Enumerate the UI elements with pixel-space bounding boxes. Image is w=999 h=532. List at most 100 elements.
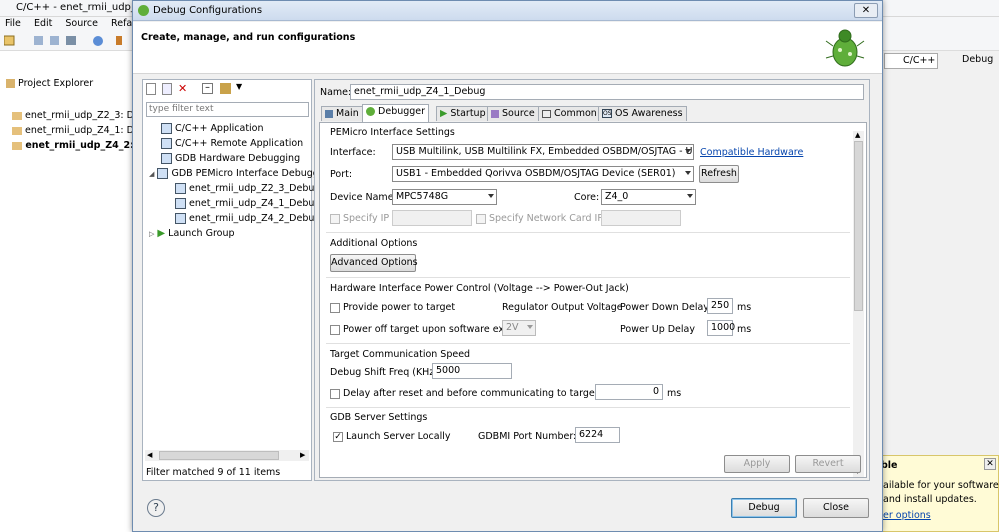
tab-source[interactable]: Source <box>487 106 539 121</box>
horizontal-scrollbar[interactable]: ◀ ▶ <box>145 450 309 461</box>
tree-item-config-selected[interactable]: enet_rmii_udp_Z4_1_Debug <box>175 198 320 209</box>
power-down-label: Power Down Delay <box>620 302 709 313</box>
dialog-header: Create, manage, and run configurations <box>133 22 882 74</box>
power-off-checkbox[interactable] <box>330 325 340 335</box>
advanced-options-button[interactable]: Advanced Options <box>330 254 418 272</box>
c-file-icon <box>175 183 186 194</box>
scroll-left-icon[interactable]: ◀ <box>147 451 152 459</box>
scroll-up-icon[interactable]: ▲ <box>855 131 860 139</box>
tree-item-cpp-application[interactable]: C/C++ Application <box>161 123 264 134</box>
filter-icon[interactable] <box>220 83 231 94</box>
power-off-label: Power off target upon software exit <box>343 324 511 335</box>
port-select[interactable]: USB1 - Embedded Qorivva OSBDM/OSJTAG Dev… <box>392 166 694 182</box>
tree-item-config[interactable]: enet_rmii_udp_Z4_2_Debug <box>175 213 320 224</box>
startup-icon: ▶ <box>440 108 448 119</box>
launch-locally-checkbox[interactable]: ✓ <box>333 432 343 442</box>
core-select[interactable]: Z4_0 <box>601 189 696 205</box>
menu-edit[interactable]: Edit <box>34 18 52 29</box>
nc-ip-input[interactable] <box>601 210 681 226</box>
launch-icon: ▶ <box>157 228 166 239</box>
power-up-label: Power Up Delay <box>620 324 695 335</box>
collapse-all-icon[interactable]: – <box>202 83 213 94</box>
tree-item-gdb-hardware[interactable]: GDB Hardware Debugging <box>161 153 300 164</box>
scroll-thumb[interactable] <box>159 451 279 460</box>
divider <box>326 407 850 408</box>
toolbar-icons[interactable] <box>4 35 124 47</box>
name-input[interactable]: enet_rmii_udp_Z4_1_Debug <box>350 84 864 100</box>
update-notification: ble ✕ ailable for your software. and ins… <box>881 455 999 532</box>
debug-bug-icon <box>825 29 865 67</box>
notification-title: ble <box>881 460 898 471</box>
dialog-title-bar[interactable]: Debug Configurations ✕ <box>133 1 882 21</box>
gdbmi-port-input[interactable]: 6224 <box>575 427 620 443</box>
new-config-icon[interactable] <box>146 83 156 95</box>
scroll-right-icon[interactable]: ▶ <box>300 451 305 459</box>
apply-button[interactable]: Apply <box>724 455 790 473</box>
close-icon[interactable]: ✕ <box>984 458 996 470</box>
notification-link[interactable]: er options <box>883 510 931 521</box>
notification-line: and install updates. <box>883 494 977 505</box>
close-button[interactable]: Close <box>803 498 869 518</box>
c-file-icon <box>157 168 169 179</box>
voltage-select[interactable]: 2V <box>502 320 536 336</box>
expanded-icon: ◢ <box>149 170 155 178</box>
device-name-label: Device Name: <box>330 192 397 203</box>
vertical-scrollbar[interactable]: ▲ ▼ <box>853 131 864 477</box>
revert-button[interactable]: Revert <box>795 455 861 473</box>
specify-nc-ip-checkbox[interactable] <box>476 214 486 224</box>
delay-input[interactable]: 0 <box>595 384 663 400</box>
duplicate-icon[interactable] <box>162 83 172 95</box>
tree-item-gdb-pemicro[interactable]: ◢ GDB PEMicro Interface Debugg <box>149 168 319 179</box>
tab-main[interactable]: Main <box>321 106 363 121</box>
specify-ip-checkbox[interactable] <box>330 214 340 224</box>
scroll-thumb[interactable] <box>854 141 863 311</box>
tree-item-config[interactable]: enet_rmii_udp_Z2_3_Debug <box>175 183 320 194</box>
menu-source[interactable]: Source <box>65 18 98 29</box>
c-file-icon <box>175 198 186 209</box>
tree-item-launch-group[interactable]: ▷ ▶ Launch Group <box>149 228 235 239</box>
filter-input[interactable]: type filter text <box>146 102 309 117</box>
delay-checkbox[interactable] <box>330 389 340 399</box>
debug-configurations-dialog: Debug Configurations ✕ Create, manage, a… <box>132 0 883 532</box>
c-file-icon <box>161 138 172 149</box>
power-down-input[interactable]: 250 <box>707 298 733 314</box>
close-icon[interactable]: ✕ <box>854 3 878 18</box>
project-item[interactable]: enet_rmii_udp_Z4_2: <box>12 140 134 151</box>
notification-line: ailable for your software. <box>883 480 999 491</box>
compatible-hardware-link[interactable]: Compatible Hardware <box>700 147 803 158</box>
provide-power-checkbox[interactable] <box>330 303 340 313</box>
project-item[interactable]: enet_rmii_udp_Z2_3: D <box>12 110 134 121</box>
main-tab-icon <box>325 109 333 118</box>
perspective-debug[interactable]: Debug <box>942 53 996 69</box>
section-speed: Target Communication Speed <box>330 349 471 360</box>
configuration-editor: Name: enet_rmii_udp_Z4_1_Debug Main Debu… <box>314 79 870 481</box>
project-explorer-tab[interactable]: Project Explorer <box>6 78 93 89</box>
debug-button[interactable]: Debug <box>731 498 797 518</box>
chevron-down-icon[interactable]: ▼ <box>236 82 242 91</box>
tree-item-cpp-remote[interactable]: C/C++ Remote Application <box>161 138 303 149</box>
regulator-label: Regulator Output Voltage <box>502 302 623 313</box>
section-gdb: GDB Server Settings <box>330 412 428 423</box>
help-icon[interactable]: ? <box>147 499 165 517</box>
power-up-input[interactable]: 1000 <box>707 320 735 336</box>
refresh-button[interactable]: Refresh <box>699 165 739 183</box>
folder-icon <box>12 111 22 120</box>
core-label: Core: <box>574 192 600 203</box>
port-label: Port: <box>330 169 353 180</box>
menu-file[interactable]: File <box>5 18 21 29</box>
shift-freq-input[interactable]: 5000 <box>432 363 512 379</box>
delay-label: Delay after reset and before communicati… <box>343 388 615 399</box>
delete-icon[interactable]: ✕ <box>178 82 187 95</box>
project-item[interactable]: enet_rmii_udp_Z4_1: D <box>12 125 134 136</box>
tab-common[interactable]: Common <box>538 106 601 121</box>
device-name-select[interactable]: MPC5748G <box>392 189 497 205</box>
source-icon <box>491 109 499 118</box>
interface-select[interactable]: USB Multilink, USB Multilink FX, Embedde… <box>392 144 694 160</box>
tab-startup[interactable]: ▶ Startup <box>436 106 490 121</box>
perspective-cpp[interactable]: C/C++ <box>884 53 938 69</box>
shift-freq-label: Debug Shift Freq (KHz) <box>330 367 439 378</box>
specify-ip-label: Specify IP <box>343 213 390 224</box>
ip-input[interactable] <box>392 210 472 226</box>
tab-os-awareness[interactable]: OS OS Awareness <box>598 106 687 121</box>
tab-debugger[interactable]: Debugger <box>362 104 430 122</box>
